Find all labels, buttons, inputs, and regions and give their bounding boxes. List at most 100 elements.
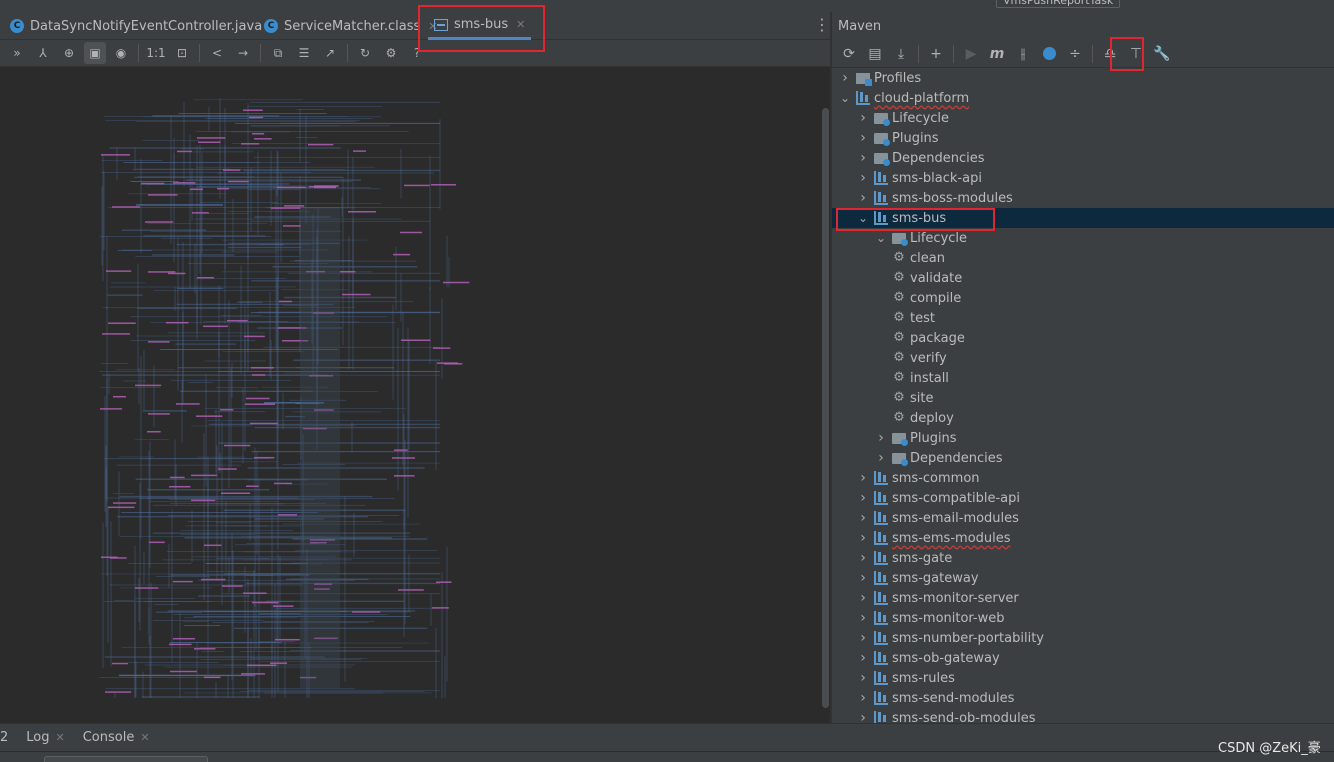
share-icon[interactable]: < — [206, 42, 228, 64]
chevron-right-icon[interactable]: › — [856, 110, 870, 126]
chevron-right-icon[interactable]: › — [856, 470, 870, 486]
tree-node[interactable]: ⚙ package — [832, 328, 1334, 348]
chevron-right-icon[interactable]: › — [856, 550, 870, 566]
tree-node[interactable]: › sms-gate — [832, 548, 1334, 568]
tree-node[interactable]: › sms-rules — [832, 668, 1334, 688]
run-configuration-selector[interactable]: VmsPushReportTask — [996, 0, 1121, 8]
chevron-right-icon[interactable]: › — [856, 170, 870, 186]
dependency-diagram-canvas[interactable] — [0, 68, 820, 723]
tree-node[interactable]: › sms-monitor-server — [832, 588, 1334, 608]
chevron-right-icon[interactable]: › — [856, 490, 870, 506]
tree-node[interactable]: › sms-send-modules — [832, 688, 1334, 708]
tab-datasync-controller[interactable]: C DataSyncNotifyEventController.java ✕ — [4, 12, 285, 40]
tree-node[interactable]: › Lifecycle — [832, 108, 1334, 128]
actual-size-button[interactable]: 1:1 — [145, 42, 167, 64]
eye-icon[interactable]: ◉ — [110, 42, 132, 64]
diagram-node-label — [342, 293, 371, 296]
maven-goal-icon[interactable]: m — [986, 43, 1008, 65]
scrollbar-thumb[interactable] — [822, 108, 829, 708]
skip-tests-icon[interactable] — [1038, 43, 1060, 65]
module-icon — [874, 651, 888, 665]
gear-icon: ⚙ — [893, 410, 905, 425]
chevron-down-icon[interactable]: ⌄ — [838, 91, 852, 105]
console-search-input[interactable] — [44, 756, 208, 762]
tree-node[interactable]: › sms-number-portability — [832, 628, 1334, 648]
tree-node[interactable]: › sms-common — [832, 468, 1334, 488]
chevron-right-icon[interactable]: › — [874, 430, 888, 446]
chevron-right-icon[interactable]: › — [874, 450, 888, 466]
layout-icon[interactable]: ☰ — [293, 42, 315, 64]
tree-node[interactable]: › Dependencies — [832, 148, 1334, 168]
chevron-right-icon[interactable]: › — [856, 670, 870, 686]
tree-node[interactable]: › sms-gateway — [832, 568, 1334, 588]
chevron-right-icon[interactable]: › — [856, 590, 870, 606]
chevron-right-icon[interactable]: › — [856, 570, 870, 586]
run-icon[interactable]: ▶ — [960, 43, 982, 65]
tree-node[interactable]: ⌄ Lifecycle — [832, 228, 1334, 248]
tree-node[interactable]: ⚙ compile — [832, 288, 1334, 308]
tree-node[interactable]: ⚙ deploy — [832, 408, 1334, 428]
tree-node[interactable]: › sms-email-modules — [832, 508, 1334, 528]
tree-node[interactable]: › sms-boss-modules — [832, 188, 1334, 208]
wrench-icon[interactable]: 🔧 — [1151, 43, 1173, 65]
more-tabs-icon[interactable]: ⋮ — [814, 12, 830, 40]
tree-node[interactable]: ⌄ cloud-platform — [832, 88, 1334, 108]
chevron-right-icon[interactable]: › — [856, 710, 870, 723]
close-icon[interactable]: ✕ — [140, 731, 149, 744]
tree-node[interactable]: › Profiles — [832, 68, 1334, 88]
tree-node[interactable]: › sms-monitor-web — [832, 608, 1334, 628]
tree-node[interactable]: › Dependencies — [832, 448, 1334, 468]
tree-node[interactable]: ⚙ clean — [832, 248, 1334, 268]
chevron-right-icon[interactable]: › — [856, 130, 870, 146]
chevron-right-icon[interactable]: › — [856, 610, 870, 626]
chevron-right-icon[interactable]: › — [856, 630, 870, 646]
tab-console[interactable]: Console ✕ — [83, 730, 150, 745]
chevron-right-icon[interactable]: › — [856, 650, 870, 666]
tree-node[interactable]: ⚙ site — [832, 388, 1334, 408]
fit-content-icon[interactable]: ▣ — [84, 42, 106, 64]
export-icon[interactable]: ↗ — [319, 42, 341, 64]
chevron-right-icon[interactable]: › — [856, 690, 870, 706]
add-icon[interactable]: + — [925, 43, 947, 65]
fit-page-icon[interactable]: ⊡ — [171, 42, 193, 64]
tree-node[interactable]: ⚙ verify — [832, 348, 1334, 368]
diagram-node-label — [177, 150, 192, 153]
settings-icon[interactable]: ⚙ — [380, 42, 402, 64]
tree-node[interactable]: ⚙ install — [832, 368, 1334, 388]
diagram-scrollbar[interactable] — [820, 68, 830, 723]
layout-arrow-icon[interactable]: → — [232, 42, 254, 64]
tree-node[interactable]: › sms-ems-modules — [832, 528, 1334, 548]
generate-sources-icon[interactable]: ▤ — [864, 43, 886, 65]
chevron-right-icon[interactable]: › — [856, 510, 870, 526]
tab-log[interactable]: Log ✕ — [26, 730, 64, 745]
tree-node[interactable]: › Plugins — [832, 128, 1334, 148]
diagram-node-label — [204, 676, 221, 679]
refresh-icon[interactable]: ↻ — [354, 42, 376, 64]
collapse-all-icon[interactable]: ÷ — [1064, 43, 1086, 65]
reload-icon[interactable]: ⟳ — [838, 43, 860, 65]
tree-node[interactable]: › Plugins — [832, 428, 1334, 448]
tree-node[interactable]: › sms-compatible-api — [832, 488, 1334, 508]
hierarchy-icon[interactable]: ⅄ — [32, 42, 54, 64]
collapse-icon[interactable]: » — [6, 42, 28, 64]
diagram-node-label — [148, 341, 170, 343]
copy-icon[interactable]: ⧉ — [267, 42, 289, 64]
tree-node-label: cloud-platform — [874, 90, 970, 106]
tab-service-matcher[interactable]: C ServiceMatcher.class ✕ — [258, 12, 443, 40]
diagram-node-label — [249, 116, 264, 119]
close-icon[interactable]: ✕ — [56, 731, 65, 744]
chevron-right-icon[interactable]: › — [838, 70, 852, 86]
chevron-right-icon[interactable]: › — [856, 150, 870, 166]
tree-node[interactable]: ⚙ test — [832, 308, 1334, 328]
chevron-right-icon[interactable]: › — [856, 530, 870, 546]
bottom-tab-partial[interactable]: 2 — [0, 730, 8, 745]
tree-node[interactable]: › sms-ob-gateway — [832, 648, 1334, 668]
tree-node[interactable]: › sms-black-api — [832, 168, 1334, 188]
tree-node[interactable]: › sms-send-ob-modules — [832, 708, 1334, 723]
zoom-in-icon[interactable]: ⊕ — [58, 42, 80, 64]
chevron-down-icon[interactable]: ⌄ — [874, 231, 888, 245]
download-icon[interactable]: ⤓ — [890, 43, 912, 65]
tree-node[interactable]: ⚙ validate — [832, 268, 1334, 288]
chevron-right-icon[interactable]: › — [856, 190, 870, 206]
toggle-offline-icon[interactable]: ⫲ — [1012, 43, 1034, 65]
